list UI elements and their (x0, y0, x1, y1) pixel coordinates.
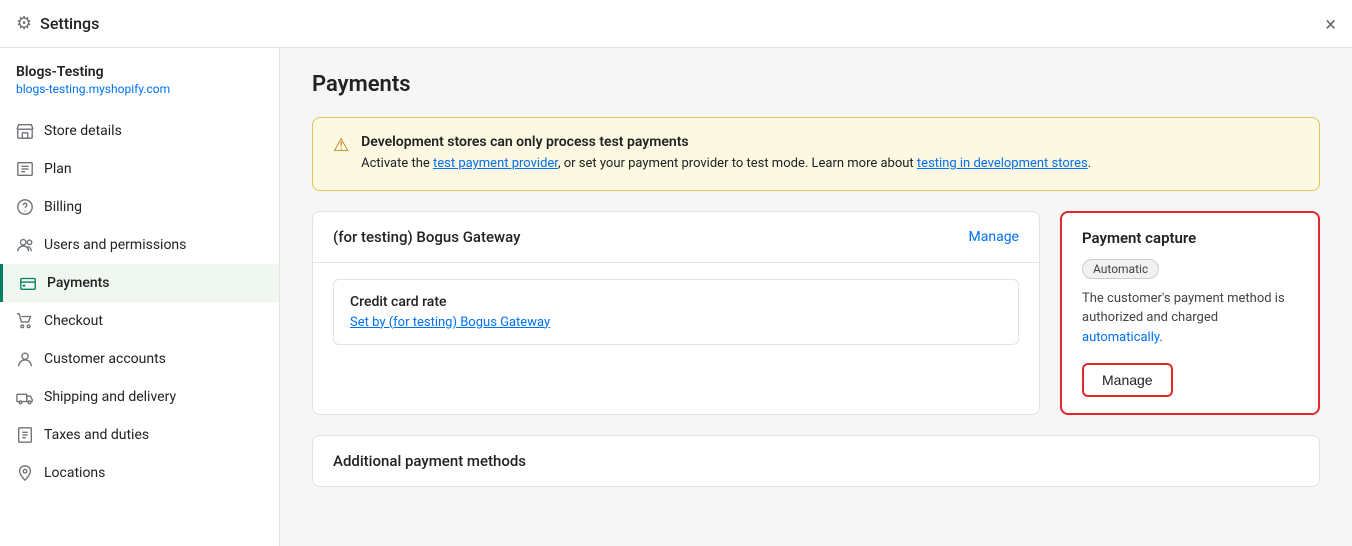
sidebar-item-checkout[interactable]: Checkout (0, 302, 279, 340)
gear-icon: ⚙ (16, 13, 32, 34)
additional-payment-title: Additional payment methods (333, 452, 526, 470)
gateway-card-body: Credit card rate Set by (for testing) Bo… (313, 263, 1039, 361)
checkout-icon (16, 312, 34, 330)
payment-capture-card: Payment capture Automatic The customer's… (1060, 211, 1320, 416)
cards-row: (for testing) Bogus Gateway Manage Credi… (312, 211, 1320, 416)
taxes-icon (16, 426, 34, 444)
credit-card-label: Credit card rate (350, 294, 1002, 310)
store-name: Blogs-Testing (0, 64, 279, 82)
sidebar: Blogs-Testing blogs-testing.myshopify.co… (0, 48, 280, 546)
sidebar-item-label: Customer accounts (44, 351, 166, 367)
sidebar-item-locations[interactable]: Locations (0, 454, 279, 492)
payment-capture-desc: The customer's payment method is authori… (1082, 289, 1298, 348)
close-button[interactable]: × (1325, 14, 1336, 34)
gateway-card: (for testing) Bogus Gateway Manage Credi… (312, 211, 1040, 416)
sidebar-item-customer-accounts[interactable]: Customer accounts (0, 340, 279, 378)
sidebar-item-label: Taxes and duties (44, 427, 149, 443)
automatic-badge: Automatic (1082, 259, 1159, 279)
sidebar-item-label: Store details (44, 123, 122, 139)
shipping-icon (16, 388, 34, 406)
gateway-card-title: (for testing) Bogus Gateway (333, 228, 521, 246)
payment-capture-title: Payment capture (1082, 229, 1298, 247)
sidebar-item-payments[interactable]: Payments (0, 264, 279, 302)
desc-prefix: The customer's payment method is authori… (1082, 291, 1285, 326)
automatically-link[interactable]: automatically (1082, 330, 1159, 345)
sidebar-item-store-details[interactable]: Store details (0, 112, 279, 150)
testing-dev-stores-link[interactable]: testing in development stores (917, 156, 1088, 171)
payments-icon (19, 274, 37, 292)
payment-capture-manage-button[interactable]: Manage (1082, 363, 1173, 397)
sidebar-item-label: Shipping and delivery (44, 389, 176, 405)
sidebar-item-label: Billing (44, 199, 82, 215)
page-title: Payments (312, 72, 1320, 97)
sidebar-item-plan[interactable]: Plan (0, 150, 279, 188)
window-title: Settings (40, 14, 99, 33)
plan-icon (16, 160, 34, 178)
alert-body: Activate the test payment provider, or s… (361, 154, 1299, 174)
users-icon (16, 236, 34, 254)
sidebar-item-taxes-duties[interactable]: Taxes and duties (0, 416, 279, 454)
title-bar-left: ⚙ Settings (16, 13, 99, 34)
desc-suffix: . (1159, 330, 1162, 345)
test-payment-provider-link[interactable]: test payment provider (433, 156, 558, 171)
warning-icon: ⚠ (333, 135, 349, 174)
credit-card-box: Credit card rate Set by (for testing) Bo… (333, 279, 1019, 345)
gateway-card-header: (for testing) Bogus Gateway Manage (313, 212, 1039, 263)
sidebar-item-users-permissions[interactable]: Users and permissions (0, 226, 279, 264)
alert-body-suffix: . (1088, 156, 1091, 171)
sidebar-item-label: Payments (47, 275, 110, 291)
sidebar-item-label: Locations (44, 465, 105, 481)
alert-title: Development stores can only process test… (361, 134, 1299, 150)
content-area: Payments ⚠ Development stores can only p… (280, 48, 1352, 546)
main-content: Blogs-Testing blogs-testing.myshopify.co… (0, 48, 1352, 546)
sidebar-item-label: Plan (44, 161, 72, 177)
title-bar: ⚙ Settings × (0, 0, 1352, 48)
store-icon (16, 122, 34, 140)
customer-accounts-icon (16, 350, 34, 368)
billing-icon (16, 198, 34, 216)
locations-icon (16, 464, 34, 482)
alert-banner: ⚠ Development stores can only process te… (312, 117, 1320, 191)
sidebar-item-shipping-delivery[interactable]: Shipping and delivery (0, 378, 279, 416)
alert-body-middle: , or set your payment provider to test m… (558, 156, 917, 171)
sidebar-item-billing[interactable]: Billing (0, 188, 279, 226)
settings-window: ⚙ Settings × Blogs-Testing blogs-testing… (0, 0, 1352, 546)
sidebar-item-label: Checkout (44, 313, 103, 329)
additional-payment-card: Additional payment methods (312, 435, 1320, 487)
alert-body-prefix: Activate the (361, 156, 433, 171)
credit-card-link[interactable]: Set by (for testing) Bogus Gateway (350, 315, 550, 330)
gateway-manage-link[interactable]: Manage (969, 229, 1019, 245)
sidebar-item-label: Users and permissions (44, 237, 186, 253)
store-url[interactable]: blogs-testing.myshopify.com (0, 82, 279, 112)
alert-text: Development stores can only process test… (361, 134, 1299, 174)
